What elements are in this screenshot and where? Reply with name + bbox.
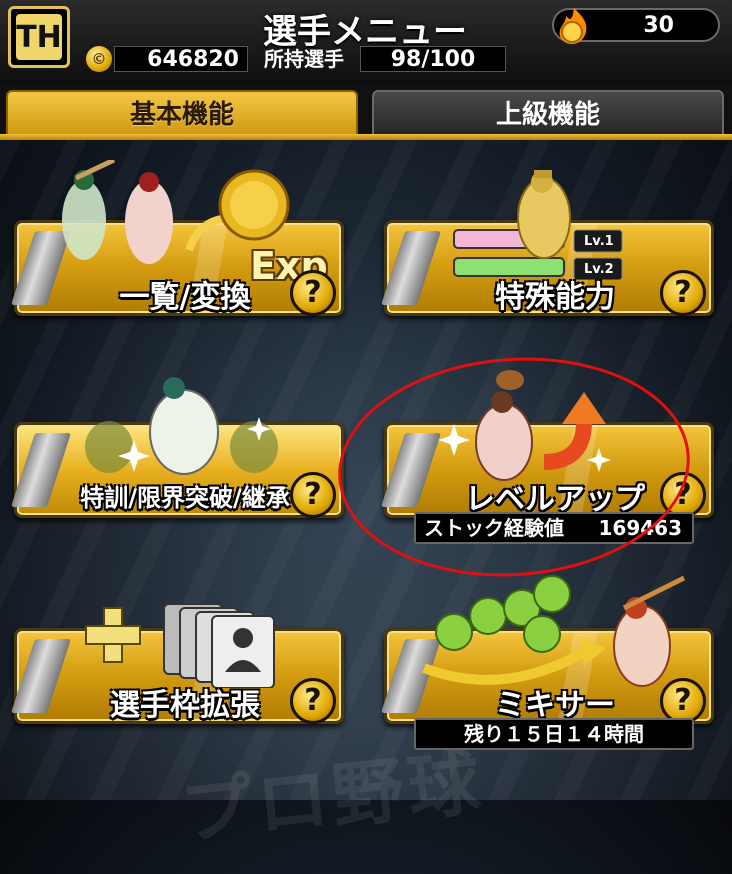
- owned-players-value: 98/100: [390, 47, 476, 72]
- header-bar: TH 選手メニュー 30 © 646820 所持選手 98/100: [0, 0, 732, 86]
- help-button-special-abilities[interactable]: ?: [660, 270, 706, 316]
- menu-tile-training[interactable]: 特訓/限界突破/継承 ?: [14, 362, 344, 522]
- mixer-time-remaining: 残り１５日１４時間: [464, 722, 644, 746]
- plus-cards-icon: [85, 603, 275, 688]
- lv1-art-text: Lv.1: [584, 234, 614, 249]
- help-button-list-convert[interactable]: ?: [290, 270, 336, 316]
- menu-tile-expand-slots[interactable]: 選手枠拡張 ?: [14, 568, 344, 728]
- tab-advanced-functions[interactable]: 上級機能: [372, 90, 724, 136]
- coin-counter: 646820: [114, 46, 248, 72]
- tab-bar: 基本機能 上級機能: [0, 84, 732, 140]
- page-title: 選手メニュー: [263, 12, 467, 52]
- owned-players-label: 所持選手: [264, 47, 344, 71]
- help-button-training[interactable]: ?: [290, 472, 336, 518]
- mixer-time-remaining-bar: 残り１５日１４時間: [414, 718, 694, 750]
- help-button-expand-slots[interactable]: ?: [290, 678, 336, 724]
- owned-players-counter: 98/100: [360, 46, 506, 72]
- coin-icon: ©: [86, 46, 112, 72]
- tab-underline: [0, 134, 732, 140]
- tile-label-expand-slots: 選手枠拡張: [110, 688, 260, 723]
- menu-tile-special-abilities[interactable]: Lv.1 Lv.2 特殊能力 ?: [384, 160, 714, 320]
- team-logo[interactable]: TH: [8, 6, 70, 68]
- fielders-sparkle-icon: [85, 377, 278, 475]
- energy-value: 30: [643, 13, 674, 38]
- menu-tile-list-convert[interactable]: Exp 一覧/変換 ?: [14, 160, 344, 320]
- tile-label-special-abilities: 特殊能力: [495, 280, 615, 315]
- balls-batter-mixer-icon: [422, 575, 686, 687]
- energy-counter: 30: [552, 8, 720, 44]
- tab-basic-functions[interactable]: 基本機能: [6, 90, 358, 136]
- menu-tile-mixer[interactable]: ミキサー ? 残り１５日１４時間: [384, 568, 714, 750]
- golden-pitcher-icon: [453, 170, 623, 280]
- flame-coin-icon: [559, 8, 587, 44]
- tile-label-list-convert: 一覧/変換: [119, 280, 251, 315]
- coin-value: 646820: [147, 47, 239, 72]
- team-logo-mark: TH: [16, 14, 62, 60]
- tile-label-training: 特訓/限界突破/継承: [80, 484, 290, 512]
